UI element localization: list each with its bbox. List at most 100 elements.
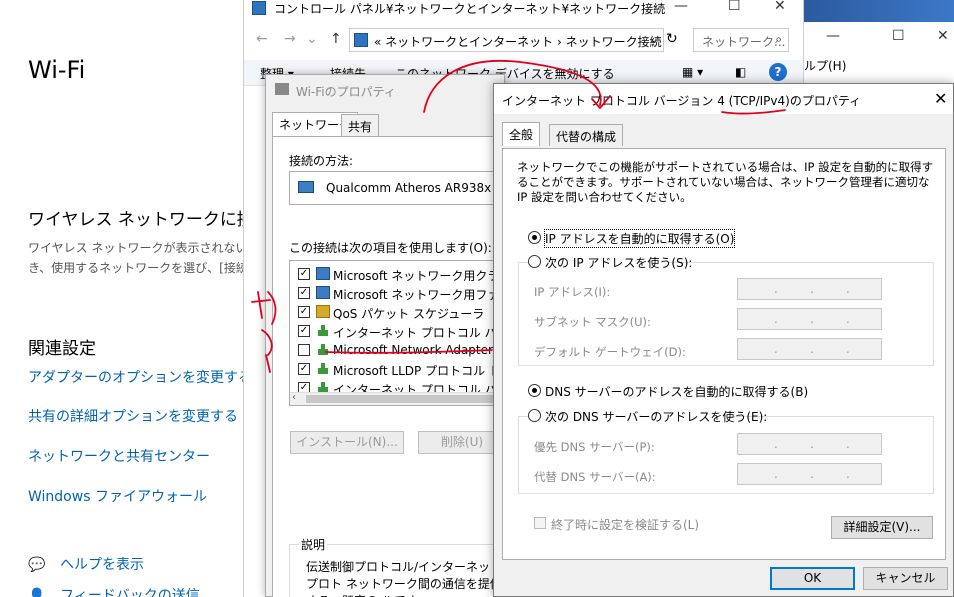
preview-pane-icon[interactable]: ◧	[735, 65, 746, 79]
cancel-button[interactable]: キャンセル	[863, 567, 948, 590]
help-icon[interactable]: ?	[769, 63, 787, 81]
wireless-heading: ワイヤレス ネットワークに接続	[28, 210, 271, 230]
adapter-icon	[298, 181, 314, 193]
minimize-icon[interactable]: —	[674, 0, 688, 14]
description-label: 説明	[299, 536, 328, 553]
manual-ip-label: 次の IP アドレスを使う(S):	[545, 256, 693, 270]
manual-dns-label: 次の DNS サーバーのアドレスを使う(E):	[545, 410, 768, 424]
settings-page: Wi-Fi ワイヤレス ネットワークに接続 ワイヤレス ネットワークが表示されな…	[0, 0, 271, 597]
wireless-description: ワイヤレス ネットワークが表示されない き、使用するネットワークを選び、[接続	[28, 238, 243, 278]
up-icon[interactable]: ↑	[330, 31, 342, 47]
feedback-label: フィードバックの送信	[60, 588, 200, 597]
close-icon[interactable]: ✕	[774, 0, 786, 14]
back-icon[interactable]: ←	[256, 31, 268, 47]
subnet-mask-field[interactable]: ...	[737, 308, 882, 330]
firewall-link[interactable]: Windows ファイアウォール	[28, 486, 207, 506]
radio-unselected[interactable]	[528, 409, 541, 422]
item-checkbox[interactable]	[298, 344, 310, 356]
advanced-button[interactable]: 詳細設定(V)...	[831, 516, 933, 539]
wireless-desc-line-1: ワイヤレス ネットワークが表示されない	[28, 241, 243, 255]
alternate-dns-label: 代替 DNS サーバー(A):	[534, 470, 656, 484]
items-label: この接続は次の項目を使用します(O):	[289, 241, 492, 255]
tab-alternate[interactable]: 代替の構成	[549, 124, 624, 146]
maximize-icon[interactable]: ☐	[728, 0, 741, 14]
help-chat-icon: 💬	[28, 557, 46, 573]
connect-using-label: 接続の方法:	[289, 154, 354, 168]
alternate-dns-field[interactable]: ...	[737, 463, 882, 485]
refresh-icon[interactable]: ↻	[666, 31, 678, 47]
file-sharing-icon	[316, 286, 330, 299]
item-checkbox[interactable]: ✓	[298, 325, 310, 337]
subnet-mask-label: サブネット マスク(U):	[534, 315, 651, 329]
location-icon	[354, 33, 368, 47]
validate-label: 終了時に設定を検証する(L)	[551, 518, 700, 532]
radio-unselected[interactable]	[528, 255, 541, 268]
ok-button[interactable]: OK	[770, 567, 855, 590]
item-label: Microsoft LLDP プロトコル ドライバ	[333, 364, 515, 378]
wifi-properties-title: Wi-Fiのプロパティ	[296, 85, 396, 99]
close-icon[interactable]: ✕	[934, 89, 947, 108]
explorer-title: コントロール パネル¥ネットワークとインターネット¥ネットワーク接続	[274, 2, 666, 16]
explorer-titlebar: コントロール パネル¥ネットワークとインターネット¥ネットワーク接続 — ☐ ✕	[244, 0, 803, 18]
item-label: インターネット プロトコル バージョン 4	[333, 326, 515, 340]
forward-icon[interactable]: →	[284, 31, 296, 47]
maximize-icon[interactable]: ☐	[892, 28, 905, 44]
description-text: 伝送制御プロトコル/インターネット プロト ネットワーク間の通信を提供する、既定…	[306, 560, 503, 597]
address-path: « ネットワークとインターネット › ネットワーク接続	[374, 35, 662, 49]
ip-address-field[interactable]: ...	[737, 278, 882, 300]
protocol-icon	[316, 362, 330, 375]
address-bar[interactable]: « ネットワークとインターネット › ネットワーク接続 ⌄	[349, 28, 664, 52]
protocol-icon	[316, 343, 330, 356]
sharing-options-link[interactable]: 共有の詳細オプションを変更する	[28, 406, 238, 426]
help-menu-fragment[interactable]: ルプ(H)	[804, 57, 846, 74]
feedback-link[interactable]: 👤 フィードバックの送信	[28, 585, 200, 597]
item-label: Microsoft Network Adapter Mu	[333, 343, 515, 357]
tab-sharing[interactable]: 共有	[341, 114, 380, 136]
item-checkbox[interactable]: ✓	[298, 268, 310, 280]
ip-address-label: IP アドレス(I):	[534, 285, 611, 299]
item-checkbox[interactable]: ✓	[298, 287, 310, 299]
desktop-background	[804, 0, 954, 22]
feedback-icon: 👤	[28, 588, 46, 597]
tab-general[interactable]: 全般	[502, 122, 541, 146]
preferred-dns-field[interactable]: ...	[737, 433, 882, 455]
auto-ip-label: IP アドレスを自動的に取得する(O)	[543, 229, 736, 248]
preferred-dns-label: 優先 DNS サーバー(P):	[534, 440, 655, 454]
search-box[interactable]: ネットワーク... ⌕	[693, 28, 789, 52]
close-icon[interactable]: ✕	[937, 28, 949, 44]
protocol-icon	[316, 324, 330, 337]
radio-selected[interactable]	[528, 231, 541, 244]
explorer-navbar: ← → ⌄ ↑ « ネットワークとインターネット › ネットワーク接続 ⌄ ↻ …	[244, 28, 803, 54]
horizontal-scrollbar[interactable]: ‹	[290, 392, 515, 405]
item-checkbox[interactable]: ✓	[298, 306, 310, 318]
components-list[interactable]: ✓ Microsoft ネットワーク用クライアント ✓ Microsoft ネットワ…	[289, 260, 516, 406]
address-dropdown-icon[interactable]: ⌄	[649, 32, 659, 46]
adapter-options-link[interactable]: アダプターのオプションを変更する	[28, 367, 252, 387]
auto-dns-label: DNS サーバーのアドレスを自動的に取得する(B)	[545, 385, 809, 399]
scroll-thumb[interactable]	[306, 395, 506, 403]
gateway-field[interactable]: ...	[737, 338, 882, 360]
search-input[interactable]: ネットワーク...	[702, 33, 785, 50]
help-link[interactable]: 💬 ヘルプを表示	[28, 554, 144, 574]
view-options-icon[interactable]: ▦ ▾	[682, 65, 703, 79]
recent-dropdown-icon[interactable]: ⌄	[306, 31, 318, 47]
minimize-icon[interactable]: —	[826, 28, 840, 44]
item-label: Microsoft ネットワーク用クライアント	[333, 269, 515, 283]
radio-selected[interactable]	[528, 384, 541, 397]
adapter-field: Qualcomm Atheros AR938x Wire	[289, 171, 522, 205]
related-settings-heading: 関連設定	[28, 339, 96, 359]
scroll-left-icon[interactable]: ‹	[292, 392, 296, 403]
network-client-icon	[316, 267, 330, 280]
page-title: Wi-Fi	[28, 56, 86, 84]
item-checkbox[interactable]: ✓	[298, 363, 310, 375]
manual-dns-radio[interactable]: 次の DNS サーバーのアドレスを使う(E):	[528, 408, 767, 424]
install-button[interactable]: インストール(N)...	[290, 431, 404, 454]
gateway-label: デフォルト ゲートウェイ(D):	[534, 345, 686, 359]
network-center-link[interactable]: ネットワークと共有センター	[28, 446, 210, 466]
checkbox-box[interactable]	[534, 517, 546, 529]
tcpip-title: インターネット プロトコル バージョン 4 (TCP/IPv4)のプロパティ	[502, 94, 862, 108]
network-adapter-icon	[275, 83, 289, 95]
manual-ip-radio[interactable]: 次の IP アドレスを使う(S):	[528, 254, 692, 270]
control-panel-icon	[252, 1, 266, 15]
wifi-properties-dialog: Wi-Fiのプロパティ ネットワーク 共有 接続の方法: Qualcomm At…	[265, 74, 522, 597]
